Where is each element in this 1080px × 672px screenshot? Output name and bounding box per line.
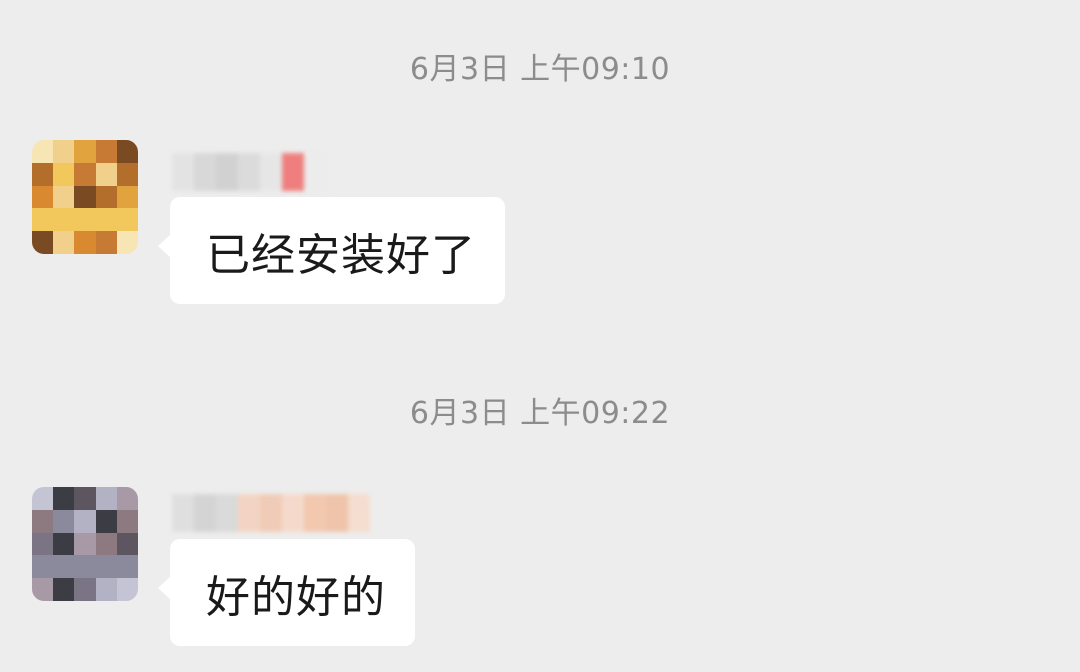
avatar-mosaic-cell	[32, 231, 54, 254]
avatar-mosaic-cell	[95, 509, 117, 533]
avatar-mosaic-cell	[74, 509, 96, 533]
nickname-mosaic-cell	[304, 153, 326, 191]
message-bubble[interactable]: 已经安装好了	[158, 197, 505, 304]
nickname-mosaic-cell	[194, 494, 216, 532]
avatar-mosaic-cell	[74, 162, 96, 186]
redacted-nickname	[172, 494, 370, 532]
timestamp: 6月3日 上午09:22	[409, 396, 671, 431]
avatar-mosaic-cell	[74, 231, 96, 254]
avatar-mosaic-cell	[53, 578, 75, 601]
avatar-mosaic-cell	[74, 487, 96, 510]
pixelated-avatar-icon	[32, 487, 138, 601]
avatar-mosaic-cell	[32, 140, 54, 163]
avatar-mosaic-cell	[116, 231, 138, 254]
nickname-mosaic-cell	[172, 153, 194, 191]
pixelated-avatar-icon	[32, 140, 138, 254]
nickname-mosaic-cell	[216, 494, 238, 532]
avatar-mosaic-cell	[53, 487, 75, 510]
avatar-mosaic-cell	[32, 487, 54, 510]
nickname-mosaic-cell	[194, 153, 216, 191]
avatar-mosaic-cell	[116, 509, 138, 533]
avatar-mosaic-cell	[32, 509, 54, 533]
avatar-mosaic-cell	[116, 140, 138, 163]
nickname-mosaic-cell	[326, 494, 348, 532]
avatar[interactable]	[32, 487, 138, 601]
nickname-mosaic-cell	[238, 153, 260, 191]
avatar-mosaic-cell	[53, 208, 75, 232]
avatar-mosaic-cell	[74, 208, 96, 232]
avatar-mosaic-cell	[116, 555, 138, 579]
avatar-mosaic-cell	[95, 532, 117, 556]
avatar[interactable]	[32, 140, 138, 254]
nickname-mosaic-cell	[260, 153, 282, 191]
avatar-mosaic-cell	[32, 555, 54, 579]
message-text: 好的好的	[206, 571, 386, 623]
avatar-mosaic-cell	[116, 162, 138, 186]
nickname-mosaic-cell	[304, 494, 326, 532]
avatar-mosaic-cell	[116, 532, 138, 556]
avatar-mosaic-cell	[74, 185, 96, 209]
avatar-mosaic-cell	[53, 162, 75, 186]
avatar-mosaic-cell	[116, 208, 138, 232]
avatar-mosaic-cell	[32, 208, 54, 232]
avatar-mosaic-cell	[53, 140, 75, 163]
avatar-mosaic-cell	[95, 208, 117, 232]
avatar-mosaic-cell	[95, 162, 117, 186]
avatar-mosaic-cell	[74, 140, 96, 163]
message-bubble[interactable]: 好的好的	[158, 539, 415, 646]
nickname-mosaic-cell	[348, 494, 370, 532]
avatar-mosaic-cell	[32, 162, 54, 186]
avatar-mosaic-cell	[53, 509, 75, 533]
avatar-mosaic-cell	[95, 487, 117, 510]
nickname-mosaic-cell	[238, 494, 260, 532]
avatar-mosaic-cell	[74, 578, 96, 601]
nickname-mosaic-cell	[172, 494, 194, 532]
avatar-mosaic-cell	[53, 231, 75, 254]
avatar-mosaic-cell	[53, 532, 75, 556]
avatar-mosaic-cell	[116, 487, 138, 510]
nickname-mosaic-cell	[282, 153, 304, 191]
redacted-nickname	[172, 153, 326, 191]
avatar-mosaic-cell	[95, 185, 117, 209]
message-text: 已经安装好了	[206, 229, 476, 281]
timestamp: 6月3日 上午09:10	[409, 52, 671, 87]
avatar-mosaic-cell	[74, 555, 96, 579]
nickname-mosaic-cell	[282, 494, 304, 532]
avatar-mosaic-cell	[95, 578, 117, 601]
avatar-mosaic-cell	[53, 555, 75, 579]
avatar-mosaic-cell	[53, 185, 75, 209]
avatar-mosaic-cell	[74, 532, 96, 556]
avatar-mosaic-cell	[116, 185, 138, 209]
avatar-mosaic-cell	[32, 578, 54, 601]
avatar-mosaic-cell	[95, 555, 117, 579]
avatar-mosaic-cell	[95, 140, 117, 163]
nickname-mosaic-cell	[260, 494, 282, 532]
nickname-mosaic-cell	[216, 153, 238, 191]
avatar-mosaic-cell	[95, 231, 117, 254]
avatar-mosaic-cell	[32, 532, 54, 556]
avatar-mosaic-cell	[32, 185, 54, 209]
avatar-mosaic-cell	[116, 578, 138, 601]
